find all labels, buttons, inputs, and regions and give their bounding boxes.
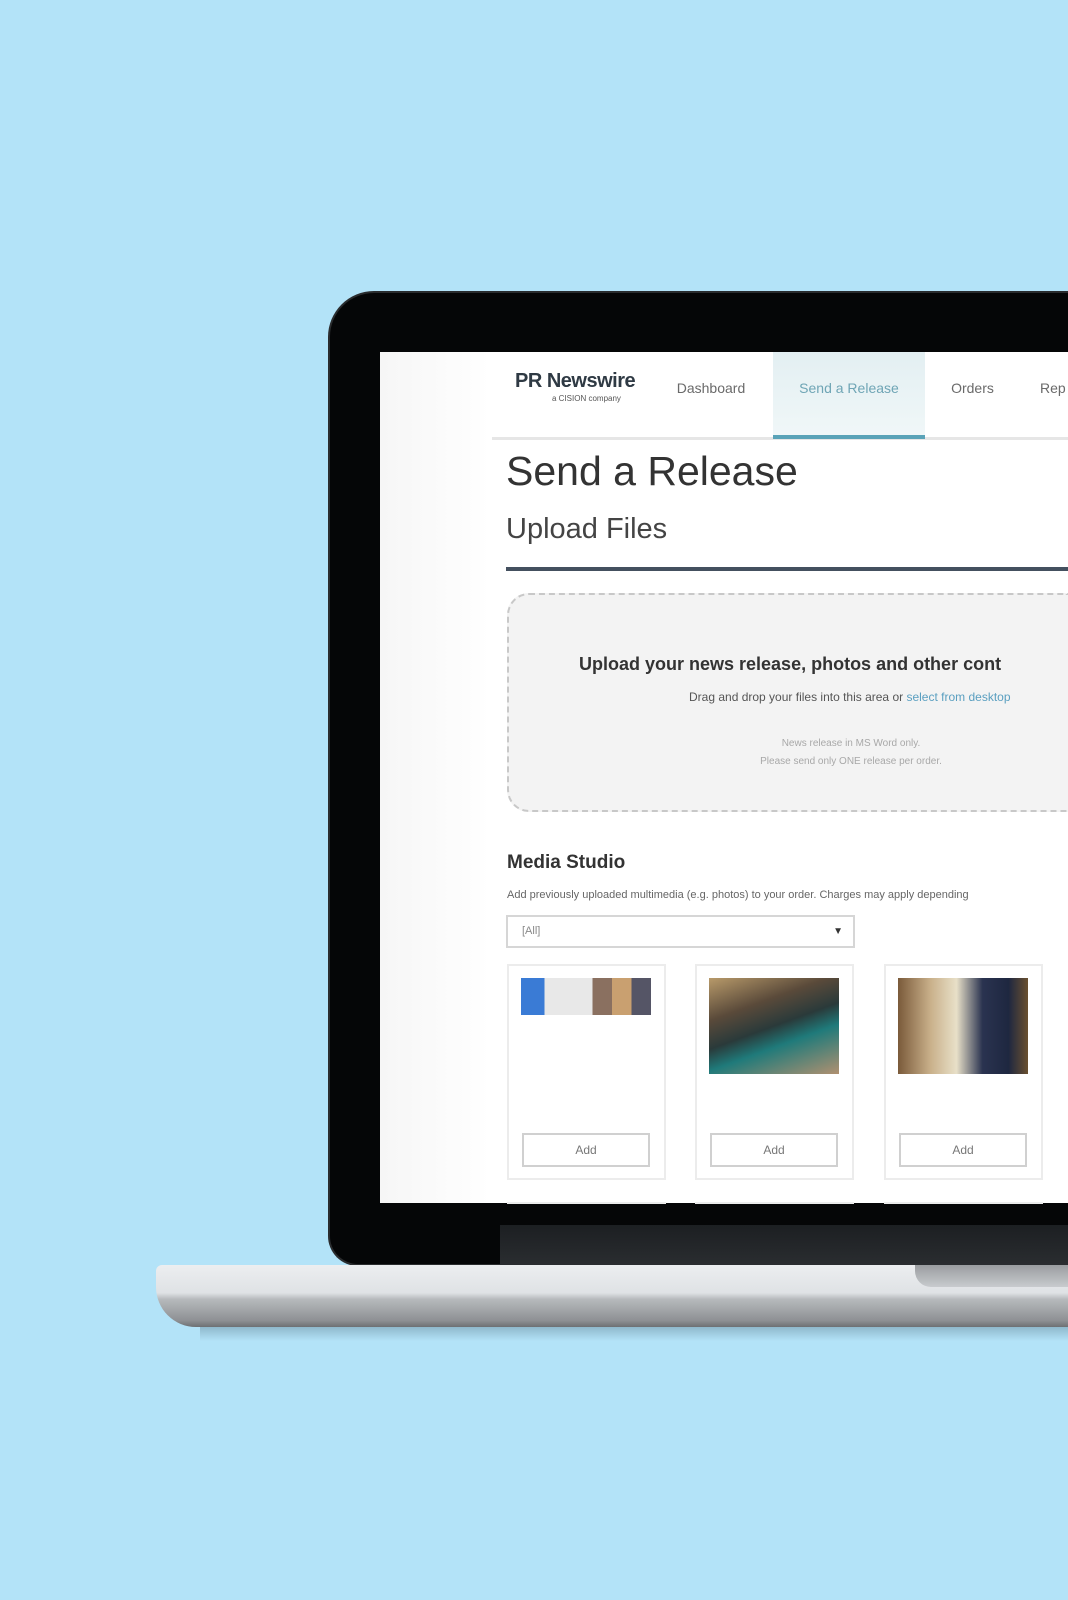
laptop-notch — [915, 1265, 1068, 1287]
section-rule — [506, 567, 1068, 571]
logo[interactable]: PR Newswire — [515, 370, 636, 393]
media-card: Add — [884, 964, 1043, 1180]
add-button[interactable]: Add — [522, 1133, 650, 1167]
upload-heading: Upload your news release, photos and oth… — [579, 654, 1002, 674]
upload-note: News release in MS Word only. — [781, 738, 921, 749]
media-studio-heading: Media Studio — [507, 852, 626, 873]
upload-instructions: Drag and drop your files into this area … — [689, 690, 1011, 704]
media-card — [507, 1202, 666, 1204]
add-button[interactable]: Add — [710, 1133, 838, 1167]
select-value: [All] — [522, 925, 541, 937]
add-button[interactable]: Add — [899, 1133, 1027, 1167]
nav-reports[interactable]: Rep — [1040, 352, 1068, 439]
media-card: Add — [695, 964, 854, 1180]
logo-subtitle: a CISION company — [552, 394, 621, 403]
laptop-shadow — [200, 1327, 1068, 1341]
section-title: Upload Files — [506, 513, 668, 545]
laptop-screen: PR Newswire a CISION company Dashboard S… — [380, 352, 1068, 1204]
media-thumbnail — [898, 978, 1028, 1074]
media-card — [884, 1202, 1043, 1204]
upload-note: Please send only ONE release per order. — [760, 756, 942, 767]
select-from-desktop-link[interactable]: select from desktop — [906, 690, 1010, 704]
nav-orders[interactable]: Orders — [925, 352, 1020, 439]
laptop-chin — [500, 1225, 1068, 1265]
page-title: Send a Release — [506, 448, 798, 494]
media-thumbnail — [709, 978, 839, 1074]
dropdown-arrow-icon: ▼ — [833, 926, 843, 937]
nav-dashboard[interactable]: Dashboard — [650, 352, 772, 439]
nav-send-release[interactable]: Send a Release — [773, 352, 925, 439]
media-card — [695, 1202, 854, 1204]
drag-text: Drag and drop your files into this area … — [689, 690, 907, 704]
media-filter-select[interactable]: [All] ▼ — [506, 915, 855, 948]
media-thumbnail — [521, 978, 651, 1015]
media-card: Add — [507, 964, 666, 1180]
media-studio-description: Add previously uploaded multimedia (e.g.… — [507, 889, 969, 901]
